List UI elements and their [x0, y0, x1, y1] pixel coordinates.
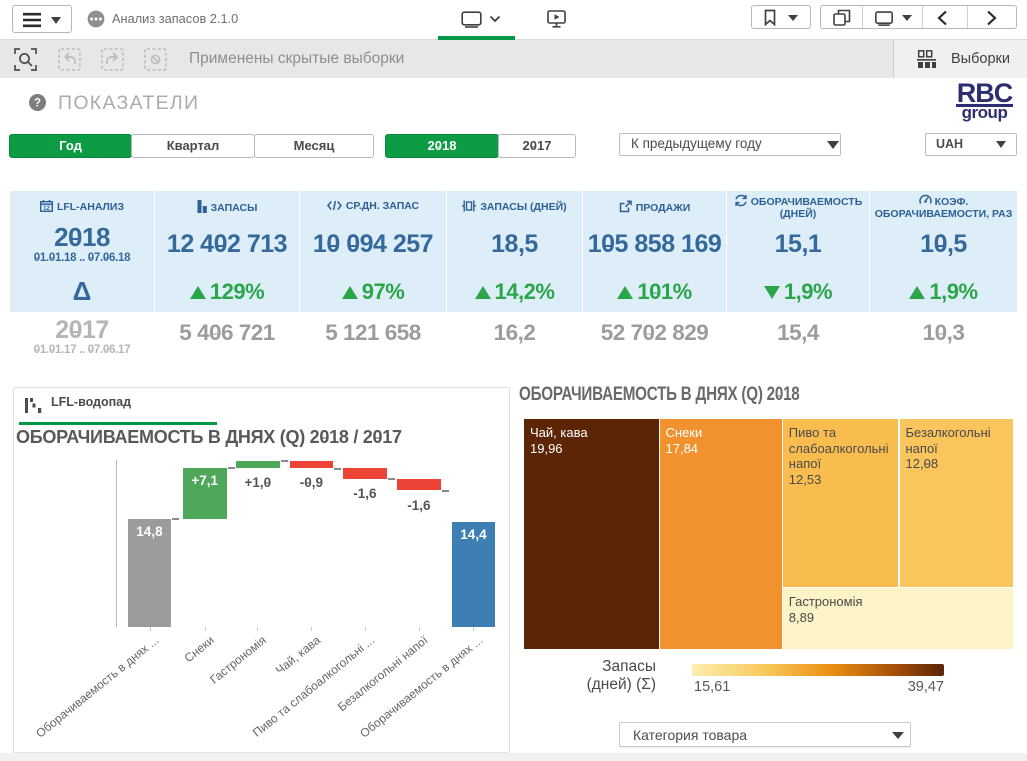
- svg-text:12: 12: [43, 206, 50, 212]
- svg-text:?: ?: [34, 98, 41, 110]
